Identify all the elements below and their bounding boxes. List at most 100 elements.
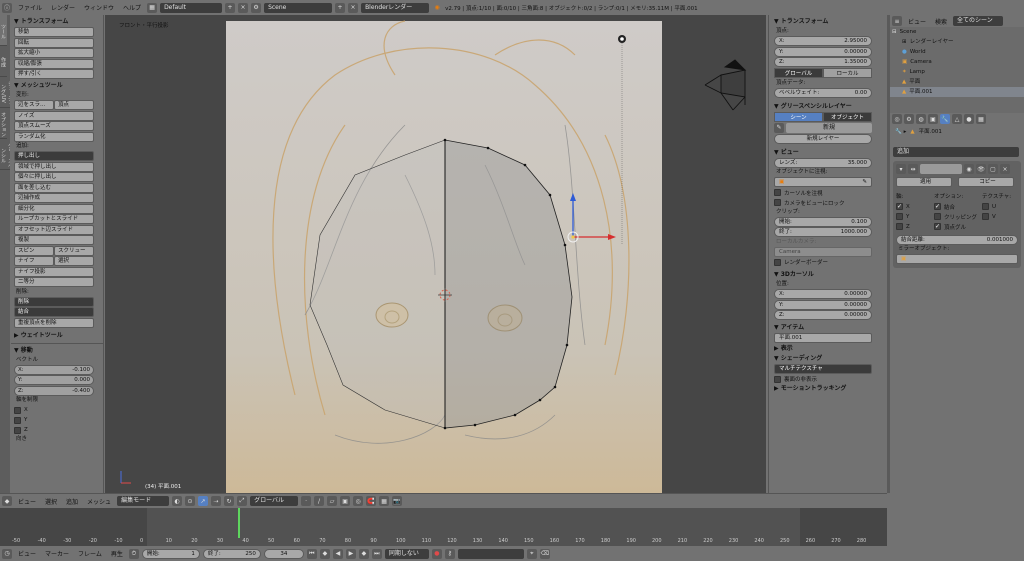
- menu-file[interactable]: ファイル: [15, 3, 45, 12]
- delete-keyframe-icon[interactable]: ⌫: [539, 548, 550, 559]
- tab-tools[interactable]: ツール: [0, 15, 7, 46]
- snap-toggle-icon[interactable]: 🧲: [366, 496, 377, 506]
- close-layout-icon[interactable]: ×: [238, 2, 249, 13]
- modifier-tab-icon[interactable]: 🔧: [940, 114, 950, 124]
- next-keyframe-icon[interactable]: ◆: [358, 548, 369, 559]
- outliner-editor-icon[interactable]: ≡: [892, 16, 902, 26]
- cursor-z-field[interactable]: Z: 0.00000: [774, 310, 872, 320]
- extrude-button[interactable]: 押し出し: [14, 151, 94, 161]
- end-frame-field[interactable]: 終了: 250: [202, 548, 261, 559]
- knife-button[interactable]: ナイフ: [14, 256, 54, 266]
- scale-button[interactable]: 拡大縮小: [14, 48, 94, 58]
- outliner-row-renderlayer[interactable]: ⊞ レンダーレイヤー: [890, 37, 1024, 47]
- vertex-y-field[interactable]: Y: 0.00000: [774, 46, 872, 57]
- clipping-checkbox[interactable]: クリッピング: [934, 212, 982, 222]
- view-panel-title[interactable]: ▼ ビュー: [774, 148, 883, 158]
- timeline-editor-icon[interactable]: ◷: [2, 548, 12, 559]
- gp-source-toggle[interactable]: シーン オブジェクト: [774, 111, 872, 122]
- delete-modifier-icon[interactable]: ×: [1000, 164, 1010, 174]
- lock-camera-checkbox[interactable]: カメラをビューにロック: [774, 198, 883, 208]
- 3d-view-editor-icon[interactable]: ◆: [2, 496, 12, 506]
- randomize-button[interactable]: ランダム化: [14, 131, 94, 142]
- start-frame-field[interactable]: 開始: 1: [141, 548, 200, 559]
- add-scene-icon[interactable]: +: [335, 2, 346, 13]
- snap-element-icon[interactable]: ▦: [379, 496, 390, 506]
- scale-manip-icon[interactable]: ⤢: [237, 496, 248, 506]
- smooth-vertex-button[interactable]: 頂点スムーズ: [14, 121, 94, 131]
- rotate-manip-icon[interactable]: ↻: [224, 496, 235, 506]
- edge-slide-button[interactable]: 辺をスラ...: [14, 100, 54, 110]
- pivot-select-icon[interactable]: ⊙: [185, 496, 196, 506]
- scene-field[interactable]: Scene: [264, 2, 333, 13]
- preview-range-icon[interactable]: ⏱: [128, 548, 139, 559]
- texture-tab-icon[interactable]: ▦: [976, 114, 986, 124]
- delete-menu-button[interactable]: 削除: [14, 296, 94, 307]
- rotate-button[interactable]: 回転: [14, 37, 94, 48]
- mesh-left-half[interactable]: [309, 139, 446, 429]
- render-toggle-icon[interactable]: ◉: [964, 164, 974, 174]
- item-name-field[interactable]: 平面.001: [774, 333, 872, 343]
- axis-x-checkbox[interactable]: ✓ X: [896, 202, 934, 212]
- 3d-viewport[interactable]: フロント・平行投影 (34) 平面.001: [105, 15, 766, 493]
- backface-culling-checkbox[interactable]: 裏面の非表示: [774, 374, 883, 384]
- shading-select-icon[interactable]: ◐: [172, 496, 183, 506]
- knife-select-button[interactable]: 選択: [54, 256, 94, 266]
- close-scene-icon[interactable]: ×: [348, 2, 359, 13]
- gp-layer-title[interactable]: ▼ グリースペンシルレイヤー: [774, 102, 883, 112]
- prev-keyframe-icon[interactable]: ◆: [319, 548, 330, 559]
- vp-mesh-menu[interactable]: メッシュ: [84, 497, 114, 506]
- item-panel-title[interactable]: ▼ アイテム: [774, 323, 883, 333]
- modifier-name-field[interactable]: [920, 164, 962, 174]
- extrude-region-button[interactable]: 領域で押し出し: [14, 161, 94, 172]
- occlude-geometry-icon[interactable]: ▣: [340, 496, 351, 506]
- panel-meshtools-title[interactable]: ▼ メッシュツール: [14, 81, 100, 91]
- pencil-icon[interactable]: ✎: [774, 122, 784, 133]
- cursor-panel-title[interactable]: ▼ 3Dカーソル: [774, 270, 883, 280]
- motion-tracking-title[interactable]: ▶ モーショントラッキング: [774, 384, 883, 394]
- subdivide-button[interactable]: 細分化: [14, 203, 94, 214]
- duplicate-button[interactable]: 複製: [14, 235, 94, 245]
- orientation-select[interactable]: グローバル: [250, 496, 299, 506]
- constraint-y-checkbox[interactable]: Y: [14, 415, 100, 425]
- render-preview-icon[interactable]: 📷: [392, 496, 403, 506]
- material-tab-icon[interactable]: ●: [964, 114, 974, 124]
- proportional-edit-icon[interactable]: ◎: [353, 496, 364, 506]
- tl-view-menu[interactable]: ビュー: [15, 549, 39, 558]
- local-camera-field[interactable]: Camera: [774, 246, 872, 257]
- vector-z-field[interactable]: Z: -0.400: [14, 385, 94, 396]
- editmode-toggle-icon[interactable]: ▢: [988, 164, 998, 174]
- timeline[interactable]: -50 -40 -30 -20 -10 0 10 20 30 40 50 60 70 80 90 100 110…: [0, 508, 887, 546]
- copy-button[interactable]: コピー: [958, 177, 1014, 187]
- menu-help[interactable]: ヘルプ: [120, 3, 144, 12]
- bisect-button[interactable]: 二等分: [14, 277, 94, 287]
- vertex-groups-checkbox[interactable]: ✓ 頂点グル: [934, 222, 982, 232]
- constraint-x-checkbox[interactable]: X: [14, 405, 100, 415]
- render-engine-select[interactable]: Blenderレンダー: [361, 2, 430, 13]
- info-editor-icon[interactable]: ⓘ: [2, 2, 12, 13]
- merge-menu-button[interactable]: 結合: [14, 307, 94, 317]
- shading-panel-title[interactable]: ▼ シェーディング: [774, 354, 883, 364]
- spin-button[interactable]: スピン: [14, 245, 54, 256]
- outliner-row-lamp[interactable]: ✶ Lamp: [890, 67, 1024, 77]
- keying-set-icon[interactable]: ⚷: [444, 548, 455, 559]
- object-tab-icon[interactable]: ▣: [928, 114, 938, 124]
- panel-weight-title[interactable]: ▶ ウェイトツール: [14, 331, 100, 341]
- outliner-row-scene[interactable]: ⊟ Scene: [890, 27, 1024, 37]
- world-tab-icon[interactable]: ◍: [916, 114, 926, 124]
- remove-doubles-button[interactable]: 重複頂点を削除: [14, 317, 94, 328]
- outliner-row-world[interactable]: ● World: [890, 47, 1024, 57]
- layout-field[interactable]: Default: [160, 2, 223, 13]
- gp-scene-toggle[interactable]: シーン: [774, 111, 823, 122]
- screw-button[interactable]: スクリュー: [54, 245, 94, 256]
- add-modifier-select[interactable]: 追加: [893, 147, 1019, 157]
- push-pull-button[interactable]: 押す/引く: [14, 69, 94, 79]
- gp-object-toggle[interactable]: オブジェクト: [823, 111, 872, 122]
- vp-select-menu[interactable]: 選択: [42, 497, 60, 506]
- data-tab-icon[interactable]: △: [952, 114, 962, 124]
- play-icon[interactable]: ▶: [345, 548, 356, 559]
- axis-y-checkbox[interactable]: Y: [896, 212, 934, 222]
- vertex-z-field[interactable]: Z: 1.35000: [774, 57, 872, 67]
- menu-window[interactable]: ウィンドウ: [81, 3, 117, 12]
- camera-object[interactable]: [704, 59, 747, 111]
- add-layout-icon[interactable]: +: [225, 2, 236, 13]
